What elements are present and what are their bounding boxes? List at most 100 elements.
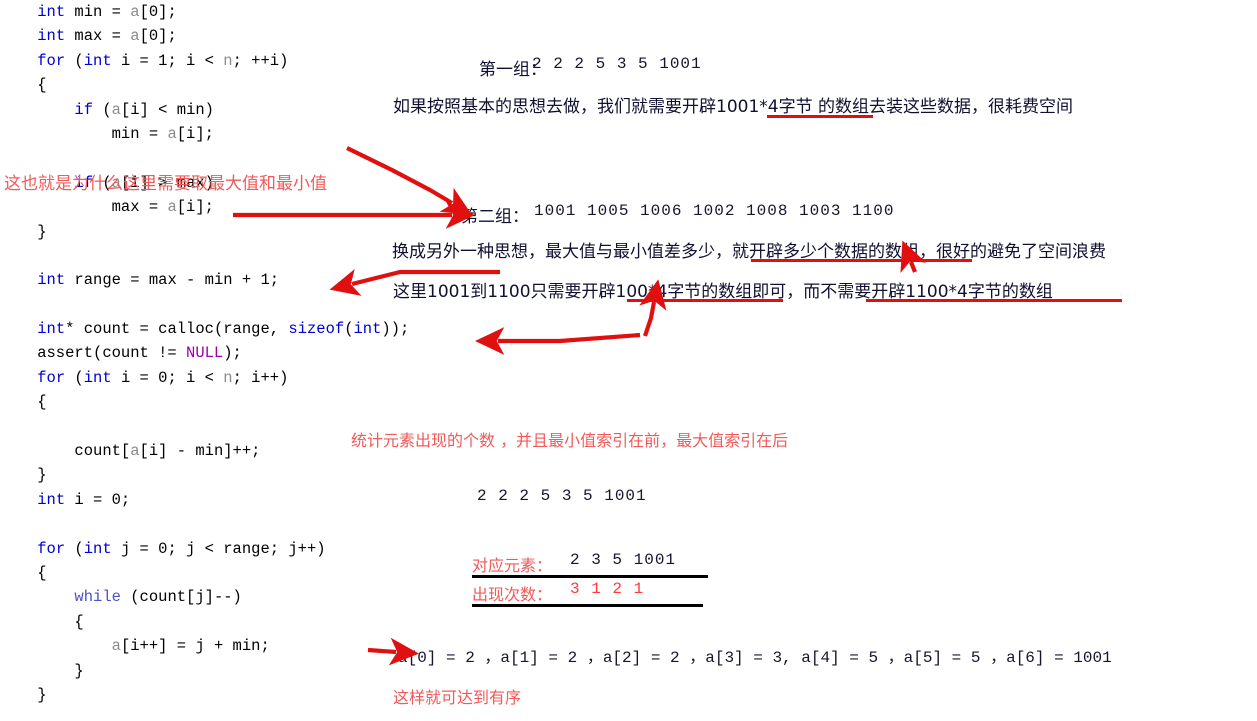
code-token: range = max - min + 1; <box>65 271 280 290</box>
code-token: a <box>130 3 140 21</box>
underline-open-array <box>751 259 972 262</box>
table-row1-values: 2 3 5 1001 <box>570 551 677 569</box>
code-token: a <box>111 100 121 119</box>
code-token: min = <box>0 124 168 143</box>
code-token: [i]; <box>176 198 214 217</box>
table-row2-values: 3 1 2 1 <box>570 580 645 598</box>
code-line: } <box>0 463 420 487</box>
code-line: { <box>0 390 420 414</box>
code-line: { <box>0 73 420 97</box>
code-token: ; ++i) <box>232 51 289 70</box>
code-line: a[i++] = j + min; <box>0 634 420 658</box>
code-token: ( <box>65 51 84 70</box>
code-token: { <box>0 563 47 582</box>
code-token: j = 0; j < range; j++) <box>111 539 326 558</box>
annotation-group1-values: 2 2 2 5 3 5 1001 <box>532 55 702 73</box>
code-token: if <box>74 100 94 119</box>
screenshot-canvas: int min = a[0]; int max = a[0]; for (int… <box>0 0 1257 721</box>
annotation-group2-values: 1001 1005 1006 1002 1008 1003 1100 <box>534 202 895 220</box>
underline-100x4 <box>627 299 783 302</box>
code-token: for <box>37 368 66 387</box>
code-token: int <box>37 320 66 339</box>
table-row1-label: 对应元素： <box>472 556 553 575</box>
code-token: for <box>37 539 66 558</box>
code-line: } <box>0 683 420 707</box>
annotation-group1-explain: 如果按照基本的思想去做，我们就需要开辟1001*4字节 的数组去装这些数据，很耗… <box>393 97 1073 117</box>
code-token: n <box>223 368 233 387</box>
annotation-raw-array: 2 2 2 5 3 5 1001 <box>477 487 647 505</box>
code-line: for (int i = 1; i < n; ++i) <box>0 49 420 73</box>
code-token: a <box>130 27 140 46</box>
code-token: } <box>0 222 47 241</box>
code-token: } <box>0 466 47 485</box>
code-line: min = a[i]; <box>0 122 420 146</box>
code-token: ( <box>65 539 84 558</box>
table-divider-bottom <box>472 604 703 607</box>
code-token: [0]; <box>139 3 177 21</box>
code-token: for <box>37 51 66 70</box>
underline-1001x4 <box>767 115 873 118</box>
code-token: ( <box>93 100 112 119</box>
code-token: } <box>0 685 47 704</box>
annotation-result-line: a[0] = 2 ，a[1] = 2 ，a[2] = 2 ，a[3] = 3, … <box>398 649 1112 667</box>
underline-1100x4 <box>866 299 1122 302</box>
code-token: int <box>37 27 66 46</box>
code-token: n <box>223 51 233 70</box>
code-token: int <box>37 3 66 21</box>
code-line: int min = a[0]; <box>0 0 420 24</box>
code-line: while (count[j]--) <box>0 585 420 609</box>
code-token: [0]; <box>139 27 177 46</box>
annotation-group2-label: 第二组： <box>461 207 529 227</box>
code-token: ; i++) <box>232 368 289 387</box>
code-line: for (int i = 0; i < n; i++) <box>0 366 420 390</box>
code-token: [i] < min) <box>120 100 214 119</box>
code-line: max = a[i]; <box>0 195 420 219</box>
code-token: i = 1; i < <box>111 51 224 70</box>
code-token: max = <box>65 27 131 46</box>
code-token: (count[j]--) <box>120 588 242 607</box>
arrow-to-calloc-line <box>474 327 641 355</box>
code-token: while <box>74 588 121 607</box>
code-token: min = <box>65 3 131 21</box>
code-line: } <box>0 659 420 683</box>
code-token: sizeof <box>288 320 345 339</box>
code-line: int range = max - min + 1; <box>0 268 420 292</box>
code-token: max = <box>0 198 168 217</box>
annotation-count-note: 统计元素出现的个数 ，并且最小值索引在前，最大值索引在后 <box>351 431 789 450</box>
code-token: int <box>37 490 66 509</box>
code-token: int <box>83 539 112 558</box>
annotation-minmax-note: 这也就是为什么这里需要取最大值和最小值 <box>4 174 327 194</box>
code-token: i = 0; i < <box>111 368 224 387</box>
code-line: int i = 0; <box>0 488 420 512</box>
code-token: ( <box>65 368 84 387</box>
code-token: int <box>83 51 112 70</box>
arrow-open-array-hook <box>900 240 927 273</box>
code-token: { <box>0 76 47 95</box>
code-token: ( <box>344 320 354 339</box>
code-token: { <box>0 393 47 412</box>
source-code-block[interactable]: int min = a[0]; int max = a[0]; for (int… <box>0 0 420 707</box>
code-token: [i] - min]++; <box>139 442 261 461</box>
code-token: int <box>353 320 382 339</box>
code-token: int <box>83 368 112 387</box>
code-line: } <box>0 220 420 244</box>
code-token: a <box>167 198 177 217</box>
code-token: { <box>0 612 84 631</box>
code-token: i = 0; <box>65 490 131 509</box>
code-token: [i++] = j + min; <box>120 637 270 656</box>
code-line: { <box>0 610 420 634</box>
table-row2-label: 出现次数： <box>472 585 553 604</box>
code-token: assert(count != <box>0 344 187 363</box>
